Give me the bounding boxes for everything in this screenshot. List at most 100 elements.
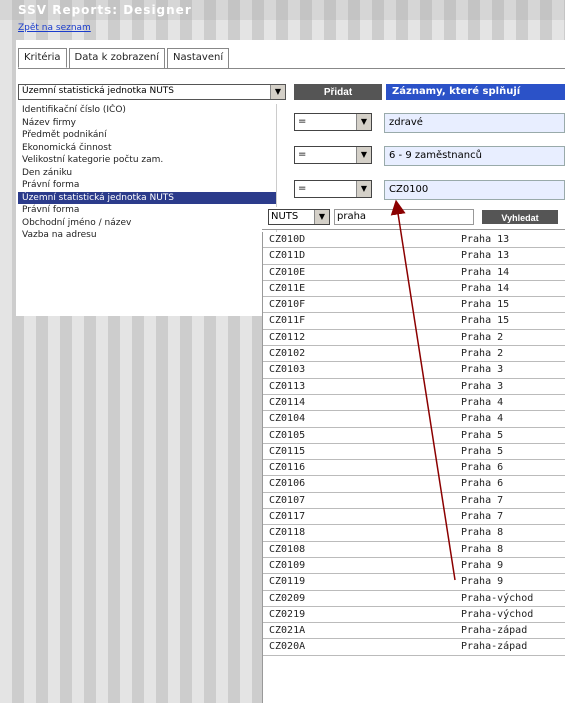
result-row[interactable]: CZ0106 Praha 6	[263, 476, 565, 493]
result-code: CZ011F	[269, 315, 306, 327]
results-list: CZ010D Praha 13 CZ011D Praha 13 CZ010E Praha …	[262, 232, 565, 703]
criteria-item[interactable]: Identifikační číslo (IČO)	[18, 104, 276, 117]
criteria-list[interactable]: Identifikační číslo (IČO) Název firmy Před…	[18, 104, 277, 316]
app-title: SSV Reports: Designer	[18, 3, 192, 17]
result-code: CZ0209	[269, 592, 306, 604]
result-row[interactable]: CZ011F Praha 15	[263, 313, 565, 330]
search-input[interactable]: praha	[334, 209, 474, 225]
chevron-down-icon[interactable]: ▼	[356, 114, 371, 130]
criteria-item[interactable]: Vazba na adresu	[18, 229, 276, 242]
criteria-item[interactable]: Ekonomická činnost	[18, 142, 276, 155]
result-row[interactable]: CZ010D Praha 13	[263, 232, 565, 249]
result-row[interactable]: CZ0209 Praha-východ	[263, 591, 565, 607]
level-dropdown[interactable]: NUTS ▼	[268, 209, 330, 225]
result-name: Praha 9	[461, 576, 504, 588]
result-name: Praha 2	[461, 331, 504, 343]
condition-value-field[interactable]: CZ0100	[384, 180, 565, 200]
result-row[interactable]: CZ010E Praha 14	[263, 265, 565, 281]
result-row[interactable]: CZ0103 Praha 3	[263, 362, 565, 379]
result-code: CZ0219	[269, 608, 306, 620]
result-row[interactable]: CZ0108 Praha 8	[263, 542, 565, 558]
level-dropdown-value: NUTS	[271, 211, 299, 222]
result-row[interactable]: CZ0113 Praha 3	[263, 379, 565, 395]
result-name: Praha 13	[461, 234, 510, 245]
result-name: Praha-západ	[461, 641, 528, 653]
result-row[interactable]: CZ0112 Praha 2	[263, 330, 565, 347]
add-button[interactable]: Přidat	[294, 84, 382, 100]
result-code: CZ010D	[269, 234, 306, 245]
result-name: Praha 8	[461, 543, 504, 555]
result-row[interactable]: CZ0104 Praha 4	[263, 411, 565, 428]
operator-value: =	[298, 149, 307, 160]
result-row[interactable]: CZ011E Praha 14	[263, 281, 565, 298]
result-name: Praha 7	[461, 494, 504, 506]
tab-settings[interactable]: Nastavení	[167, 48, 230, 68]
result-code: CZ020A	[269, 641, 306, 653]
result-row[interactable]: CZ0107 Praha 7	[263, 493, 565, 510]
result-code: CZ0116	[269, 462, 306, 474]
result-row[interactable]: CZ0114 Praha 4	[263, 395, 565, 412]
chevron-down-icon[interactable]: ▼	[356, 147, 371, 163]
chevron-down-icon[interactable]: ▼	[356, 181, 371, 197]
criteria-dropdown[interactable]: Územní statistická jednotka NUTS ▼	[18, 84, 286, 100]
criteria-item[interactable]: Obchodní jméno / název	[18, 217, 276, 230]
chevron-down-icon[interactable]: ▼	[314, 210, 329, 224]
result-row[interactable]: CZ0119 Praha 9	[263, 574, 565, 591]
result-name: Praha 9	[461, 559, 504, 571]
condition-value-field[interactable]: 6 - 9 zaměstnanců	[384, 146, 565, 166]
result-name: Praha 3	[461, 380, 504, 392]
chevron-down-icon[interactable]: ▼	[270, 85, 285, 99]
result-name: Praha 15	[461, 299, 510, 311]
criteria-item[interactable]: Právní forma	[18, 179, 276, 192]
search-button[interactable]: Vyhledat	[482, 210, 558, 224]
result-code: CZ0106	[269, 478, 306, 490]
criteria-item[interactable]: Územní statistická jednotka NUTS	[18, 191, 276, 204]
operator-dropdown[interactable]: = ▼	[294, 146, 372, 164]
result-code: CZ0118	[269, 527, 306, 539]
result-code: CZ0115	[269, 445, 306, 457]
criteria-item[interactable]: Den zániku	[18, 167, 276, 180]
tab-display-data[interactable]: Data k zobrazení	[68, 48, 166, 68]
result-name: Praha 4	[461, 413, 504, 425]
tab-divider	[18, 68, 565, 69]
result-row[interactable]: CZ021A Praha-západ	[263, 623, 565, 640]
result-name: Praha 8	[461, 527, 504, 539]
result-name: Praha 6	[461, 478, 504, 490]
result-code: CZ0104	[269, 413, 306, 425]
result-code: CZ011E	[269, 282, 306, 294]
result-row[interactable]: CZ020A Praha-západ	[263, 639, 565, 656]
result-name: Praha 14	[461, 266, 510, 278]
result-code: CZ0114	[269, 396, 306, 408]
app-header: SSV Reports: Designer	[0, 0, 565, 20]
tab-criteria[interactable]: Kritéria	[18, 48, 67, 68]
result-row[interactable]: CZ0117 Praha 7	[263, 509, 565, 526]
result-row[interactable]: CZ0115 Praha 5	[263, 444, 565, 461]
result-row[interactable]: CZ0105 Praha 5	[263, 428, 565, 444]
result-row[interactable]: CZ0116 Praha 6	[263, 460, 565, 477]
result-row[interactable]: CZ0118 Praha 8	[263, 525, 565, 542]
result-name: Praha 14	[461, 282, 510, 294]
criteria-item[interactable]: Velikostní kategorie počtu zam.	[18, 154, 276, 167]
result-code: CZ0113	[269, 380, 306, 392]
result-row[interactable]: CZ0102 Praha 2	[263, 346, 565, 363]
result-code: CZ0109	[269, 559, 306, 571]
result-name: Praha 13	[461, 250, 510, 262]
result-name: Praha-západ	[461, 625, 528, 637]
result-row[interactable]: CZ0109 Praha 9	[263, 558, 565, 575]
criteria-item[interactable]: Právní forma	[18, 204, 276, 217]
result-code: CZ0119	[269, 576, 306, 588]
operator-dropdown[interactable]: = ▼	[294, 113, 372, 131]
result-row[interactable]: CZ0219 Praha-východ	[263, 607, 565, 624]
result-code: CZ0105	[269, 429, 306, 441]
criteria-item[interactable]: Předmět podnikání	[18, 129, 276, 142]
result-name: Praha 2	[461, 348, 504, 360]
back-to-list-link[interactable]: Zpět na seznam	[18, 23, 91, 33]
operator-value: =	[298, 183, 307, 194]
result-row[interactable]: CZ010F Praha 15	[263, 297, 565, 314]
result-name: Praha 4	[461, 396, 504, 408]
condition-value-field[interactable]: zdravé	[384, 113, 565, 133]
result-code: CZ0108	[269, 543, 306, 555]
result-row[interactable]: CZ011D Praha 13	[263, 248, 565, 265]
operator-dropdown[interactable]: = ▼	[294, 180, 372, 198]
criteria-item[interactable]: Název firmy	[18, 117, 276, 130]
